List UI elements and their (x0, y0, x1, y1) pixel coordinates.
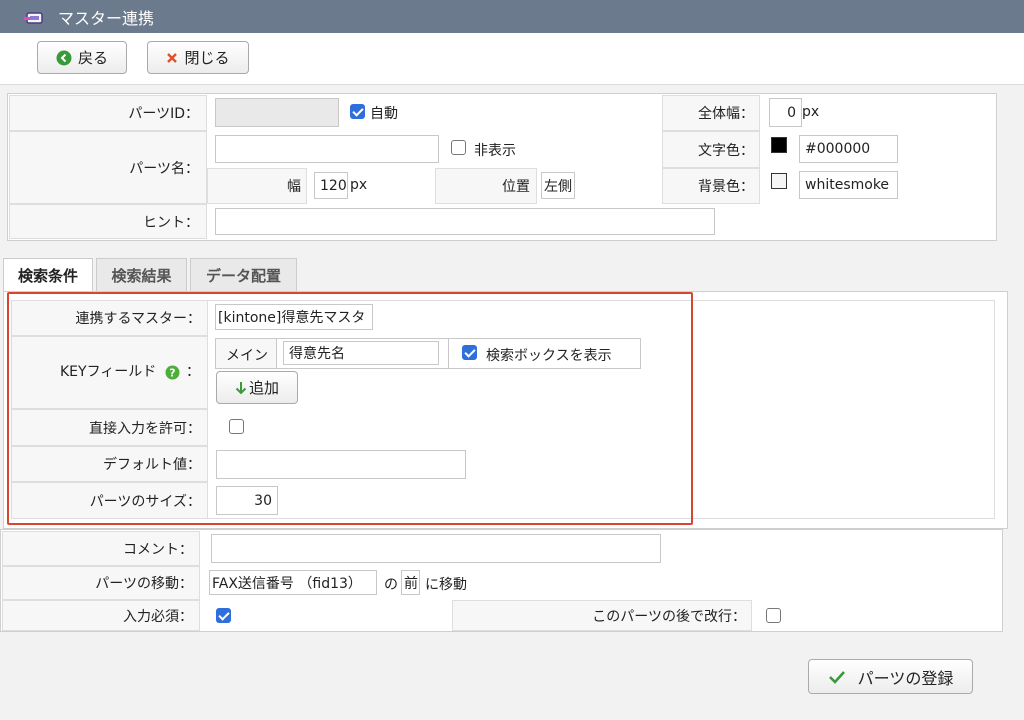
check-icon (828, 670, 846, 684)
svg-text:?: ? (169, 367, 175, 380)
parts-id-input[interactable] (215, 98, 339, 127)
register-parts-button[interactable]: パーツの登録 (808, 659, 973, 694)
key-field-colon: ： (186, 364, 200, 380)
help-icon[interactable]: ? (165, 365, 180, 384)
back-button-label: 戻る (77, 49, 108, 67)
app-icon (24, 10, 44, 24)
tab-search-results[interactable]: 検索結果 (96, 258, 187, 291)
text-color-swatch[interactable] (771, 137, 787, 153)
add-key-label: 追加 (248, 379, 279, 397)
parts-move-label: パーツの移動： (95, 576, 193, 592)
width-label: 幅 (287, 179, 301, 195)
add-key-button[interactable]: 追加 (216, 371, 298, 404)
close-button-label: 閉じる (184, 49, 230, 67)
tab-search-conditions[interactable]: 検索条件 (3, 258, 93, 292)
hint-input[interactable] (215, 208, 715, 235)
parts-name-label: パーツ名： (129, 160, 199, 177)
tab-data-layout[interactable]: データ配置 (190, 258, 297, 291)
parts-size-input[interactable]: 30 (216, 486, 278, 515)
window-titlebar: マスター連携 (0, 0, 1024, 33)
auto-checkbox[interactable] (350, 104, 365, 119)
master-select[interactable]: [kintone]得意先マスタ (215, 304, 373, 330)
toolbar: 戻る 閉じる (0, 33, 1024, 85)
hint-label: ヒント： (143, 214, 199, 231)
key-main-label: メイン (226, 348, 268, 364)
width-unit: px (350, 177, 368, 193)
key-field-select[interactable]: 得意先名 (283, 341, 439, 365)
linebreak-label: このパーツの後で改行： (592, 608, 746, 625)
back-arrow-icon (56, 50, 72, 66)
comment-label: コメント： (123, 541, 193, 558)
back-button[interactable]: 戻る (37, 41, 127, 74)
comment-input[interactable] (211, 534, 661, 563)
master-label: 連携するマスター： (75, 311, 201, 327)
move-suffix-text: に移動 (425, 577, 467, 593)
move-field-select[interactable]: FAX送信番号 （fid13） (209, 570, 377, 595)
position-select[interactable]: 左側 (541, 172, 575, 199)
key-field-label: KEYフィールド (60, 364, 157, 380)
hidden-label: 非表示 (474, 143, 516, 159)
show-searchbox-label: 検索ボックスを表示 (486, 348, 612, 364)
text-color-input[interactable]: #000000 (799, 135, 898, 163)
bg-color-swatch[interactable] (771, 173, 787, 189)
linebreak-checkbox[interactable] (766, 608, 781, 623)
text-color-label: 文字色： (698, 142, 754, 159)
arrow-down-icon (235, 381, 247, 395)
move-position-select[interactable]: 前 (401, 570, 420, 595)
auto-label: 自動 (370, 106, 398, 122)
default-value-label: デフォルト値： (103, 457, 201, 473)
close-button[interactable]: 閉じる (147, 41, 249, 74)
close-icon (166, 52, 178, 64)
direct-input-label: 直接入力を許可： (89, 420, 201, 437)
bg-color-label: 背景色： (698, 179, 754, 195)
position-label: 位置 (502, 179, 530, 195)
show-searchbox-checkbox[interactable] (462, 345, 477, 360)
parts-size-label: パーツのサイズ： (89, 493, 201, 510)
bg-color-input[interactable]: whitesmoke (799, 171, 898, 199)
register-parts-label: パーツの登録 (857, 668, 954, 688)
total-width-unit: px (802, 104, 820, 120)
total-width-label: 全体幅： (698, 106, 754, 122)
required-label: 入力必須： (123, 608, 193, 625)
parts-name-input[interactable] (215, 135, 439, 163)
default-value-input[interactable] (216, 450, 466, 479)
required-checkbox[interactable] (216, 608, 231, 623)
total-width-input[interactable]: 0 (769, 98, 802, 127)
window-title: マスター連携 (58, 8, 155, 28)
width-input[interactable]: 120 (314, 172, 348, 199)
hidden-checkbox[interactable] (451, 140, 466, 155)
parts-id-label: パーツID： (128, 106, 199, 122)
direct-input-checkbox[interactable] (229, 419, 244, 434)
move-no-text: の (384, 577, 398, 593)
